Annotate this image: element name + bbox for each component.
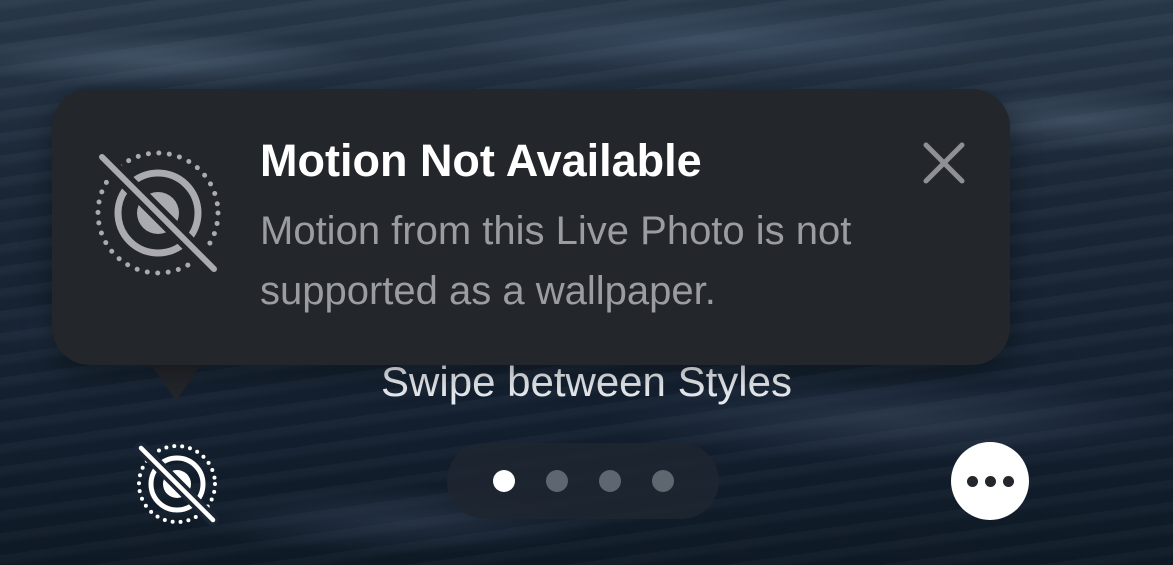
live-photo-toggle-button[interactable] <box>131 438 223 530</box>
motion-unavailable-toast: Motion Not Available Motion from this Li… <box>52 89 1010 365</box>
live-photo-off-icon <box>135 442 219 526</box>
toast-title: Motion Not Available <box>260 135 702 186</box>
toast-pointer <box>150 363 202 401</box>
page-dot-3[interactable] <box>598 470 621 492</box>
ellipsis-icon <box>966 475 978 487</box>
ellipsis-dot <box>1002 475 1014 487</box>
more-options-button[interactable] <box>951 442 1029 520</box>
style-page-indicator[interactable] <box>447 443 719 519</box>
toast-message: Motion from this Live Photo is not suppo… <box>260 209 852 313</box>
page-dot-4[interactable] <box>651 470 674 492</box>
live-photo-off-icon <box>94 149 222 277</box>
close-icon[interactable] <box>918 137 970 189</box>
page-dot-1[interactable] <box>492 470 515 492</box>
ellipsis-dot <box>984 475 996 487</box>
page-dot-2[interactable] <box>545 470 568 492</box>
